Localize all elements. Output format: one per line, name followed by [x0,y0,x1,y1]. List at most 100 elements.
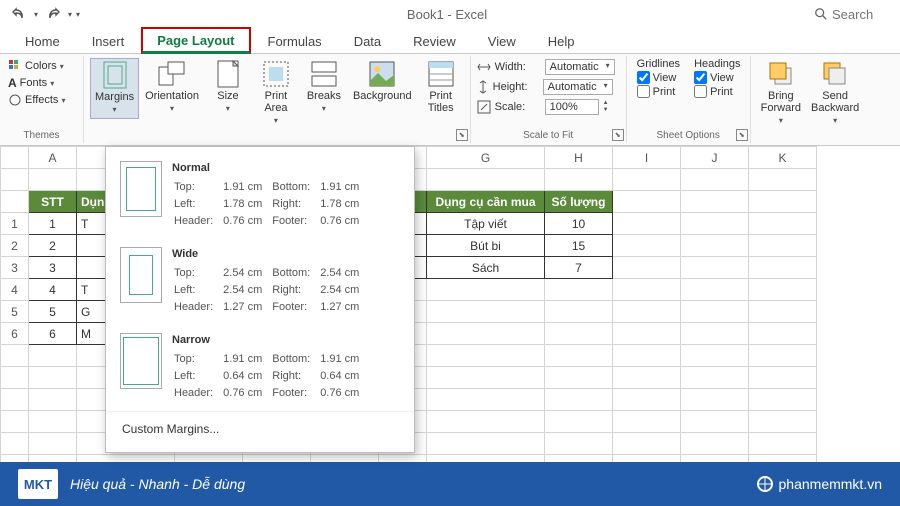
bring-forward-button[interactable]: Bring Forward▾ [757,58,805,127]
margin-thumb-icon [120,247,162,303]
table-cell[interactable]: Bút bi [427,235,545,257]
width-field[interactable]: Automatic ▾ [545,59,615,75]
tab-insert[interactable]: Insert [77,29,140,53]
footer-slogan: Hiệu quả - Nhanh - Dễ dùng [70,476,245,492]
orientation-button[interactable]: Orientation▾ [141,58,203,117]
col-header[interactable]: H [545,147,613,169]
col-header[interactable]: I [613,147,681,169]
height-field[interactable]: Automatic ▾ [543,79,613,95]
send-backward-button[interactable]: Send Backward▾ [807,58,863,127]
colors-icon [8,59,22,73]
col-header[interactable]: A [29,147,77,169]
background-button[interactable]: Background [349,58,416,104]
scale-icon [477,100,491,114]
globe-icon [757,476,773,492]
orientation-icon [156,60,188,88]
page-setup-launcher[interactable]: ⬊ [456,129,468,141]
margin-option-normal[interactable]: Normal Top:1.91 cmBottom:1.91 cm Left:1.… [106,153,414,239]
tab-data[interactable]: Data [339,29,396,53]
tab-page-layout[interactable]: Page Layout [141,27,250,54]
themes-fonts-button[interactable]: A Fonts▾ [6,75,67,91]
tab-home[interactable]: Home [10,29,75,53]
ribbon: Colors▾ A Fonts▾ Effects▾ Themes Margins… [0,54,900,146]
fonts-icon: A [8,76,17,90]
margin-option-wide[interactable]: Wide Top:2.54 cmBottom:2.54 cm Left:2.54… [106,239,414,325]
tab-help[interactable]: Help [533,29,590,53]
row-header[interactable]: 5 [1,301,29,323]
table-cell[interactable]: 5 [29,301,77,323]
print-area-button[interactable]: Print Area▾ [253,58,299,127]
sheet-launcher[interactable]: ⬊ [736,129,748,141]
tab-view[interactable]: View [473,29,531,53]
footer-bar: MKT Hiệu quả - Nhanh - Dễ dùng phanmemmk… [0,462,900,506]
col-header[interactable]: K [749,147,817,169]
gridlines-print-check[interactable]: Print [637,85,680,98]
size-button[interactable]: Size▾ [205,58,251,117]
size-icon [212,60,244,88]
print-area-icon [260,60,292,88]
print-titles-button[interactable]: Print Titles [418,58,464,116]
table-header[interactable]: STT [29,191,77,213]
table-cell[interactable]: Sách [427,257,545,279]
table-header[interactable]: Dụng cụ cần mua [427,191,545,213]
table-cell[interactable]: 3 [29,257,77,279]
qat-customize-icon[interactable]: ▾ [76,10,80,19]
margins-button[interactable]: Margins▾ [90,58,139,119]
row-header[interactable]: 4 [1,279,29,301]
group-label-themes: Themes [6,128,77,141]
custom-margins-button[interactable]: Custom Margins... [106,411,414,446]
tab-review[interactable]: Review [398,29,471,53]
row-header[interactable]: 1 [1,213,29,235]
table-cell[interactable]: 7 [545,257,613,279]
themes-effects-label: Effects [25,94,58,106]
breaks-icon [308,60,340,88]
margins-menu: Normal Top:1.91 cmBottom:1.91 cm Left:1.… [105,146,415,453]
table-cell[interactable]: 15 [545,235,613,257]
headings-view-check[interactable]: View [694,71,740,84]
search-box[interactable] [814,7,892,22]
margin-thumb-icon [120,333,162,389]
table-cell[interactable]: 4 [29,279,77,301]
col-header[interactable]: J [681,147,749,169]
table-cell[interactable]: 2 [29,235,77,257]
scale-launcher[interactable]: ⬊ [612,129,624,141]
gridlines-view-check[interactable]: View [637,71,680,84]
group-label-scale: Scale to Fit [477,128,620,141]
themes-colors-label: Colors [25,60,57,72]
effects-icon [8,93,22,107]
themes-effects-button[interactable]: Effects▾ [6,92,67,108]
table-cell[interactable]: 6 [29,323,77,345]
table-cell[interactable]: 1 [29,213,77,235]
table-header[interactable]: Số lượng [545,191,613,213]
table-cell[interactable]: Tập viết [427,213,545,235]
margin-thumb-icon [120,161,162,217]
print-titles-icon [425,60,457,88]
themes-colors-button[interactable]: Colors▾ [6,58,67,74]
width-label: Width: [495,61,541,73]
table-cell[interactable]: 10 [545,213,613,235]
row-header[interactable]: 6 [1,323,29,345]
breaks-button[interactable]: Breaks▾ [301,58,347,117]
headings-heading: Headings [694,58,740,70]
undo-icon[interactable] [8,3,30,25]
row-header[interactable]: 3 [1,257,29,279]
height-icon [477,80,489,94]
ribbon-tabs: Home Insert Page Layout Formulas Data Re… [0,28,900,54]
redo-icon[interactable] [42,3,64,25]
tab-formulas[interactable]: Formulas [253,29,337,53]
bring-forward-icon [765,60,797,88]
col-header[interactable]: G [427,147,545,169]
redo-split-icon[interactable]: ▾ [68,10,72,19]
window-title: Book1 - Excel [407,7,487,22]
undo-split-icon[interactable]: ▾ [34,10,38,19]
width-icon [477,61,491,73]
headings-print-check[interactable]: Print [694,85,740,98]
scale-field[interactable]: 100% [545,99,599,115]
margin-option-narrow[interactable]: Narrow Top:1.91 cmBottom:1.91 cm Left:0.… [106,325,414,411]
themes-fonts-label: Fonts [20,77,48,89]
titlebar: ▾ ▾ ▾ Book1 - Excel [0,0,900,28]
background-icon [366,60,398,88]
group-label-sheet: Sheet Options [633,128,744,141]
row-header[interactable]: 2 [1,235,29,257]
search-input[interactable] [832,7,892,22]
